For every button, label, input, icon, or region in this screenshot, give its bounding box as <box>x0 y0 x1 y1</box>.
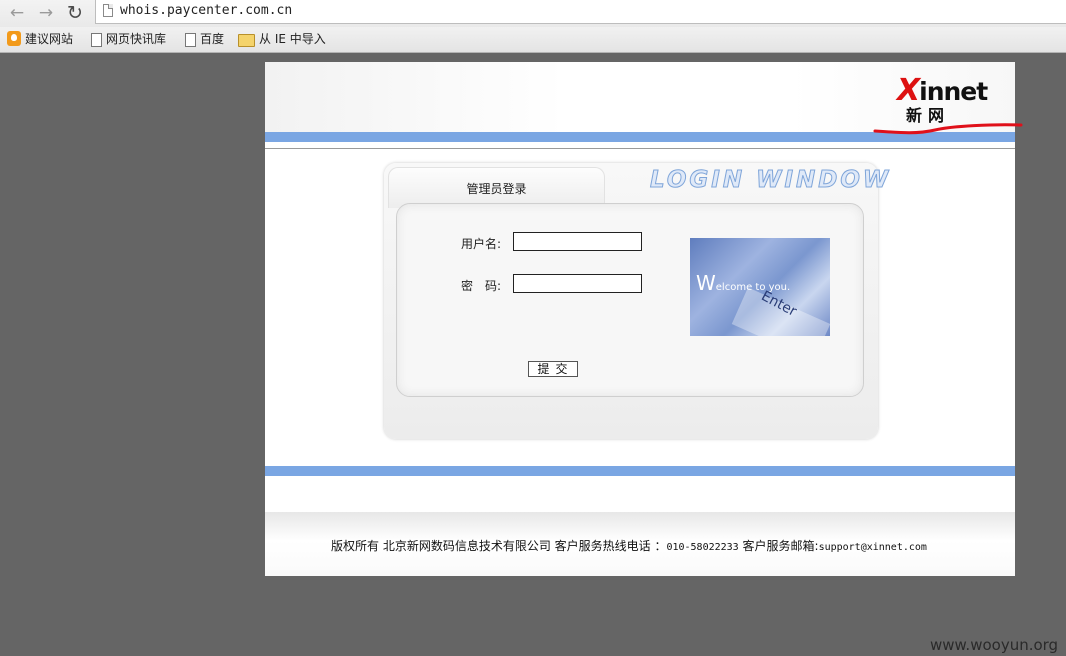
url-text[interactable]: whois.paycenter.com.cn <box>120 3 292 18</box>
email-label: 客户服务邮箱: <box>738 539 819 553</box>
address-bar[interactable]: whois.paycenter.com.cn <box>95 0 1066 24</box>
password-label: 密 码: <box>461 279 502 293</box>
watermark: www.wooyun.org <box>930 636 1059 654</box>
bookmark-suggested-sites[interactable]: 建议网站 <box>7 31 73 48</box>
page-icon <box>185 33 196 47</box>
page-footer: 版权所有 北京新网数码信息技术有限公司 客户服务热线电话 ：010-580222… <box>265 512 1015 576</box>
browser-toolbar: ← → ↻ whois.paycenter.com.cn <box>0 0 1066 27</box>
back-arrow-icon[interactable]: ← <box>6 2 28 24</box>
password-input[interactable] <box>513 274 642 293</box>
bookmark-label: 百度 <box>200 32 225 46</box>
folder-icon <box>238 34 255 47</box>
username-label: 用户名: <box>461 237 502 251</box>
page-icon <box>91 33 102 47</box>
bookmark-web-slice-gallery[interactable]: 网页快讯库 <box>91 31 166 48</box>
submit-button[interactable]: 提交 <box>528 361 578 377</box>
bookmark-label: 网页快讯库 <box>106 32 167 46</box>
bookmark-baidu[interactable]: 百度 <box>185 31 224 48</box>
suggested-sites-icon <box>7 31 21 46</box>
bookmark-import-from-ie[interactable]: 从 IE 中导入 <box>238 31 326 48</box>
login-tab-title: 管理员登录 <box>466 182 527 196</box>
bookmarks-bar: 建议网站 网页快讯库 百度 从 IE 中导入 <box>0 27 1066 53</box>
red-annotation-underline <box>873 123 1023 135</box>
hotline-number: 010-58022233 <box>666 542 739 553</box>
forward-arrow-icon[interactable]: → <box>35 2 57 24</box>
bookmark-label: 从 IE 中导入 <box>259 32 326 46</box>
divider <box>265 148 1015 149</box>
support-email[interactable]: support@xinnet.com <box>819 542 927 553</box>
page-icon <box>103 4 113 17</box>
footer-text: 版权所有 北京新网数码信息技术有限公司 客户服务热线电话 ：010-580222… <box>331 537 927 554</box>
reload-icon[interactable]: ↻ <box>64 2 86 24</box>
footer-accent-bar <box>265 466 1015 476</box>
copyright-text: 版权所有 北京新网数码信息技术有限公司 客户服务热线电话 ： <box>331 539 667 553</box>
welcome-text: Welcome to you. <box>696 271 791 295</box>
login-window-title: LOGIN WINDOW <box>649 167 892 194</box>
username-input[interactable] <box>513 232 642 251</box>
bookmark-label: 建议网站 <box>25 32 74 46</box>
welcome-keyboard-image: Welcome to you. Enter <box>690 238 830 336</box>
login-tab: 管理员登录 <box>388 167 605 208</box>
